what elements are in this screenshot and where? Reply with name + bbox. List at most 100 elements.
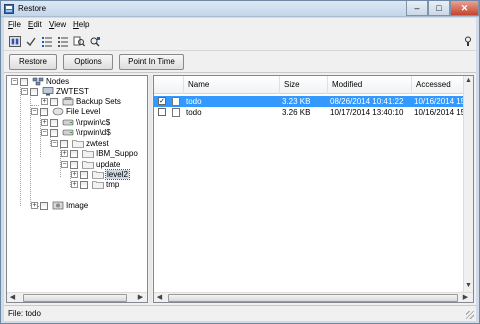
column-header-name[interactable]: Name	[184, 76, 280, 94]
file-list[interactable]: Name Size Modified Accessed ✓ todo 3.23 …	[153, 75, 474, 303]
tree-node-backup-sets[interactable]: + Backup Sets	[7, 97, 147, 107]
column-header-modified[interactable]: Modified	[328, 76, 412, 94]
computer-icon	[42, 87, 54, 96]
node-checkbox[interactable]	[50, 129, 58, 137]
tree-node-zwtest-folder[interactable]: − zwtest	[7, 139, 147, 149]
window-title: Restore	[18, 4, 47, 13]
status-bar: File: todo	[4, 305, 476, 321]
tree-node-file-level[interactable]: − File Level	[7, 107, 147, 117]
drive-icon	[62, 119, 74, 126]
tree-node-update[interactable]: − update	[7, 160, 147, 170]
scroll-left-icon[interactable]: ◀	[8, 294, 17, 302]
folder-icon	[92, 171, 104, 179]
scroll-thumb[interactable]	[23, 294, 127, 302]
collapse-toggle[interactable]: −	[11, 78, 18, 85]
node-checkbox[interactable]	[40, 108, 48, 116]
title-bar[interactable]: Restore – □ ✕	[1, 1, 479, 17]
toolbar	[4, 31, 476, 51]
find-icon[interactable]	[73, 36, 85, 47]
help-icon[interactable]	[462, 36, 474, 47]
node-checkbox[interactable]	[50, 98, 58, 106]
tree-node-level2[interactable]: + level2	[7, 169, 147, 180]
backup-tree[interactable]: − Nodes − ZWTEST + Backup Sets − File Le…	[6, 75, 148, 303]
menu-file[interactable]: File	[8, 20, 21, 29]
scroll-thumb[interactable]	[168, 294, 458, 302]
details-view-icon[interactable]	[9, 36, 21, 47]
filter-icon[interactable]	[89, 36, 101, 47]
tree-node-zwtest[interactable]: − ZWTEST	[7, 87, 147, 97]
node-checkbox[interactable]	[30, 88, 38, 96]
restore-button[interactable]: Restore	[9, 54, 57, 70]
menu-edit[interactable]: Edit	[28, 20, 42, 29]
status-text: File: todo	[8, 309, 41, 318]
tree-node-tmp[interactable]: + tmp	[7, 180, 147, 190]
maximize-button[interactable]: □	[428, 1, 450, 16]
minimize-button[interactable]: –	[406, 1, 428, 16]
collapse-toggle[interactable]: −	[31, 108, 38, 115]
file-name: todo	[186, 97, 202, 106]
row-checkbox[interactable]	[158, 108, 166, 116]
scroll-down-icon[interactable]: ▼	[464, 282, 473, 290]
check-icon[interactable]	[25, 36, 37, 47]
tree-node-share-c[interactable]: + \\rpwin\c$	[7, 118, 147, 128]
menu-help[interactable]: Help	[73, 20, 89, 29]
node-checkbox[interactable]	[80, 171, 88, 179]
list-view-icon[interactable]	[41, 36, 53, 47]
node-checkbox[interactable]	[80, 181, 88, 189]
folder-open-icon	[72, 140, 84, 148]
list-vertical-scrollbar[interactable]: ▲ ▼	[463, 76, 473, 292]
scroll-up-icon[interactable]: ▲	[464, 77, 473, 85]
node-checkbox[interactable]	[40, 202, 48, 210]
file-size: 3.23 KB	[282, 97, 311, 106]
pane-splitter[interactable]	[149, 75, 152, 303]
tree-node-share-d[interactable]: − \\rpwin\d$	[7, 128, 147, 138]
expand-toggle[interactable]: +	[71, 181, 78, 188]
image-backup-icon	[52, 201, 64, 210]
collapse-toggle[interactable]: −	[41, 129, 48, 136]
file-modified: 10/17/2014 13:40:10	[330, 108, 404, 117]
file-level-icon	[52, 107, 64, 116]
tree-node-image[interactable]: + Image	[7, 201, 147, 211]
detail-list-icon[interactable]	[57, 36, 69, 47]
point-in-time-button[interactable]: Point In Time	[119, 54, 184, 70]
file-accessed: 10/16/2014 15:38	[414, 108, 464, 117]
tree-node-ibm-support[interactable]: + IBM_Suppo	[7, 149, 147, 159]
expand-toggle[interactable]: +	[41, 119, 48, 126]
resize-grip-icon[interactable]	[466, 311, 474, 319]
scroll-left-icon[interactable]: ◀	[155, 294, 164, 302]
node-checkbox[interactable]	[70, 150, 78, 158]
list-horizontal-scrollbar[interactable]: ◀ ▶	[154, 292, 473, 302]
node-checkbox[interactable]	[20, 78, 28, 86]
expand-toggle[interactable]: +	[31, 202, 38, 209]
collapse-toggle[interactable]: −	[51, 140, 58, 147]
close-button[interactable]: ✕	[450, 1, 479, 16]
file-accessed: 10/16/2014 15:38	[414, 97, 464, 106]
node-checkbox[interactable]	[70, 161, 78, 169]
expand-toggle[interactable]: +	[61, 150, 68, 157]
menu-bar: File Edit View Help	[4, 18, 476, 31]
collapse-toggle[interactable]: −	[21, 88, 28, 95]
table-row[interactable]: ✓ todo 3.23 KB 08/26/2014 10:41:22 10/16…	[154, 96, 464, 107]
table-row[interactable]: todo 3.26 KB 10/17/2014 13:40:10 10/16/2…	[154, 107, 464, 118]
column-header-select[interactable]	[154, 76, 184, 94]
node-checkbox[interactable]	[50, 119, 58, 127]
column-header-size[interactable]: Size	[280, 76, 328, 94]
expand-toggle[interactable]: +	[41, 98, 48, 105]
expand-toggle[interactable]: +	[71, 171, 78, 178]
tree-horizontal-scrollbar[interactable]: ◀ ▶	[7, 292, 147, 302]
folder-icon	[92, 181, 104, 189]
scroll-right-icon[interactable]: ▶	[136, 294, 145, 302]
tree-node-nodes[interactable]: − Nodes	[7, 77, 147, 87]
options-button[interactable]: Options	[63, 54, 113, 70]
row-checkbox[interactable]: ✓	[158, 97, 166, 105]
restore-app-icon	[4, 4, 14, 14]
scroll-right-icon[interactable]: ▶	[461, 294, 470, 302]
action-bar: Restore Options Point In Time	[4, 51, 476, 73]
file-modified: 08/26/2014 10:41:22	[330, 97, 404, 106]
selected-node-label: level2	[105, 169, 130, 180]
menu-view[interactable]: View	[49, 20, 66, 29]
backup-sets-icon	[62, 97, 74, 106]
node-checkbox[interactable]	[60, 140, 68, 148]
collapse-toggle[interactable]: −	[61, 161, 68, 168]
folder-icon	[82, 150, 94, 158]
